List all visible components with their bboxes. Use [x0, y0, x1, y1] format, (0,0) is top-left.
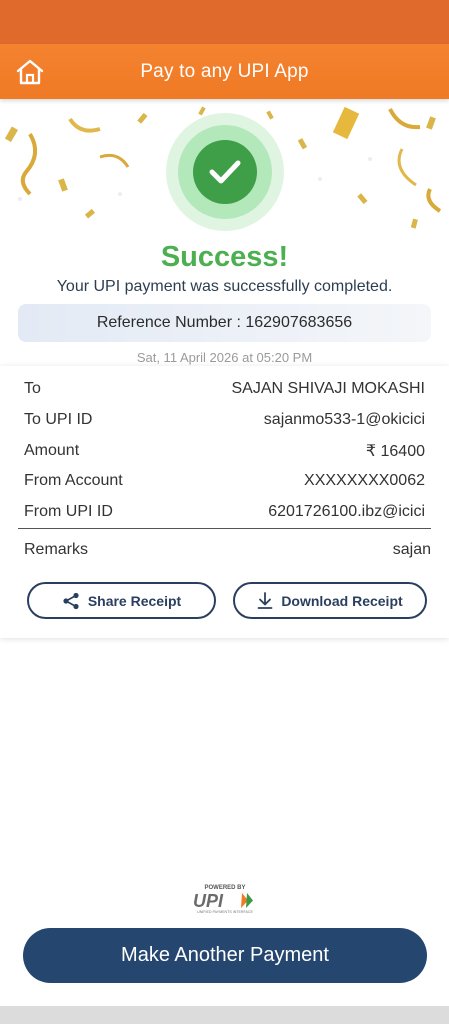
detail-row-from-account: From Account XXXXXXXX0062 [24, 468, 425, 494]
detail-label: From UPI ID [24, 503, 113, 520]
detail-value: 6201726100.ibz@icici [268, 503, 425, 520]
share-receipt-button[interactable]: Share Receipt [27, 582, 216, 619]
detail-row-amount: Amount ₹ 16400 [24, 438, 425, 464]
detail-value: sajan [392, 541, 431, 558]
svg-text:UNIFIED PAYMENTS INTERFACE: UNIFIED PAYMENTS INTERFACE [197, 910, 253, 914]
download-receipt-button[interactable]: Download Receipt [233, 582, 427, 619]
detail-label: To UPI ID [24, 411, 93, 428]
success-title: Success! [160, 241, 289, 273]
share-icon [63, 592, 79, 609]
upi-logo: POWERED BY UPI UNIFIED PAYMENTS INTERFAC… [193, 885, 253, 914]
share-receipt-label: Share Receipt [87, 592, 182, 609]
detail-row-remarks: Remarks sajan [24, 537, 431, 563]
checkmark-icon [209, 160, 241, 184]
detail-value: sajanmo533-1@okicici [263, 411, 425, 428]
make-another-payment-button[interactable]: Make Another Payment [23, 928, 427, 983]
download-icon [257, 591, 273, 609]
detail-label: Remarks [24, 541, 89, 558]
reference-number: Reference Number : 162907683656 [18, 304, 431, 342]
status-bar [0, 0, 449, 44]
detail-value: SAJAN SHIVAJI MOKASHI [231, 380, 425, 397]
detail-value: XXXXXXXX0062 [304, 472, 425, 489]
detail-row-from-upi-id: From UPI ID 6201726100.ibz@icici [24, 499, 425, 525]
app-bar: Pay to any UPI App [0, 44, 449, 99]
success-message: Your UPI payment was successfully comple… [56, 278, 393, 295]
detail-row-to-upi-id: To UPI ID sajanmo533-1@okicici [24, 407, 425, 433]
transaction-datetime: Sat, 11 April 2026 at 05:20 PM [136, 350, 313, 365]
page-title: Pay to any UPI App [140, 61, 309, 82]
success-badge [166, 113, 284, 231]
navigation-bar [0, 1006, 449, 1024]
detail-label: Amount [24, 442, 80, 459]
svg-text:UPI: UPI [193, 891, 224, 911]
detail-label: From Account [24, 472, 123, 489]
detail-value: ₹ 16400 [365, 443, 425, 460]
detail-row-to: To SAJAN SHIVAJI MOKASHI [24, 376, 425, 402]
divider [18, 528, 431, 529]
detail-label: To [24, 380, 41, 397]
download-receipt-label: Download Receipt [281, 592, 403, 609]
